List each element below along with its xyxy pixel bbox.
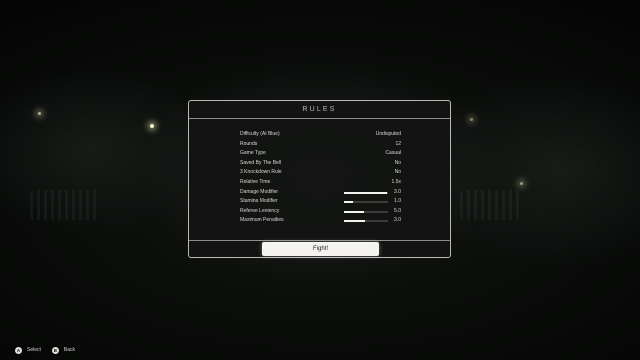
rule-label: Rounds — [240, 140, 258, 147]
rule-label: Damage Modifier — [240, 188, 279, 195]
rule-row-damage-modifier[interactable]: Damage Modifier 3.0 — [240, 188, 401, 198]
rules-list: Difficulty (AI Blue) Undisputed Rounds 1… — [240, 130, 401, 226]
dialog-title: RULES — [189, 101, 450, 119]
arena-light — [470, 118, 473, 121]
back-hint[interactable]: B Back — [51, 346, 76, 354]
rule-value: 1.5x — [391, 178, 401, 185]
select-hint-label: Select — [27, 347, 41, 353]
b-button-icon: B — [51, 346, 59, 354]
slider-fill — [344, 220, 366, 223]
rule-row-difficulty[interactable]: Difficulty (AI Blue) Undisputed — [240, 130, 401, 140]
arena-seats — [460, 190, 520, 220]
rule-value: Undisputed — [375, 131, 401, 137]
rule-label: Stamina Modifier — [240, 198, 278, 205]
rule-value: No — [394, 159, 401, 166]
rule-row-game-type[interactable]: Game Type Casual — [240, 149, 401, 159]
slider-fill — [344, 210, 364, 213]
rule-label: Difficulty (AI Blue) — [240, 131, 280, 137]
slider-fill — [344, 201, 353, 204]
divider — [189, 240, 450, 241]
a-button-icon: A — [15, 346, 22, 354]
rule-row-maximum-penalties[interactable]: Maximum Penalties 3.0 — [240, 216, 401, 226]
rule-label: Relative Time — [240, 178, 271, 185]
rule-label: Maximum Penalties — [240, 217, 284, 224]
rule-row-stamina-modifier[interactable]: Stamina Modifier 1.0 — [240, 197, 401, 207]
back-hint-label: Back — [63, 347, 76, 353]
rule-row-saved-by-the-bell[interactable]: Saved By The Bell No — [240, 159, 401, 169]
rules-dialog: RULES Difficulty (AI Blue) Undisputed Ro… — [188, 100, 451, 258]
arena-light — [150, 124, 154, 128]
controls-hint-bar: A Select B Back — [15, 345, 86, 355]
select-hint[interactable]: A Select — [15, 346, 41, 354]
rule-value: 5.0 — [394, 207, 401, 214]
rule-label: Saved By The Bell — [240, 159, 282, 166]
rule-row-referee-leniency[interactable]: Referee Leniency 5.0 — [240, 207, 401, 217]
rule-row-rounds[interactable]: Rounds 12 — [240, 140, 401, 150]
slider-fill — [344, 191, 387, 194]
damage-modifier-slider[interactable] — [344, 191, 388, 194]
rule-value: Casual — [385, 150, 401, 157]
arena-seats — [30, 190, 100, 220]
rule-value: 3.0 — [394, 217, 401, 224]
rule-value: 1.0 — [394, 198, 401, 205]
fight-button[interactable]: Fight! — [262, 242, 379, 256]
rule-value: 12 — [395, 140, 401, 147]
rule-label: 3 Knockdown Rule — [240, 169, 282, 176]
rule-value: No — [394, 169, 401, 176]
rule-label: Referee Leniency — [240, 207, 280, 214]
rule-label: Game Type — [240, 150, 266, 157]
stamina-modifier-slider[interactable] — [344, 201, 388, 204]
referee-leniency-slider[interactable] — [344, 210, 388, 213]
maximum-penalties-slider[interactable] — [344, 220, 388, 223]
arena-light — [520, 182, 523, 185]
rule-value: 3.0 — [394, 188, 401, 195]
rule-row-3-knockdown-rule[interactable]: 3 Knockdown Rule No — [240, 168, 401, 178]
arena-light — [38, 112, 41, 115]
rule-row-relative-time[interactable]: Relative Time 1.5x — [240, 178, 401, 188]
game-screen: RULES Difficulty (AI Blue) Undisputed Ro… — [0, 0, 640, 360]
